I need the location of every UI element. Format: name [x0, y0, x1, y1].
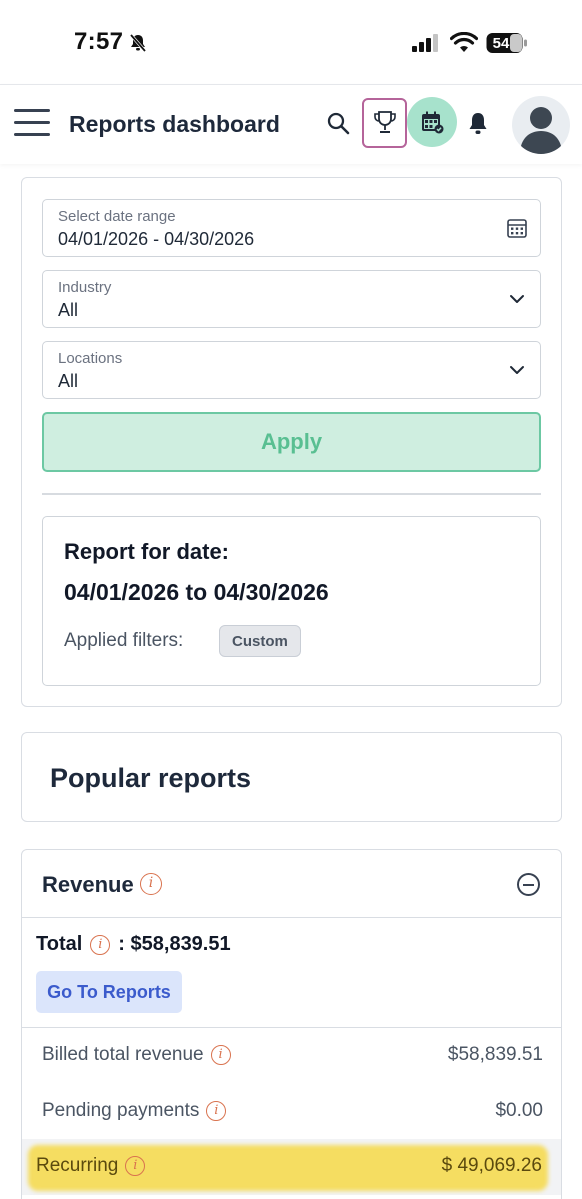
page-title: Reports dashboard: [69, 111, 280, 137]
report-for-date-label: Report for date:: [64, 539, 229, 564]
locations-label: Locations: [58, 350, 123, 367]
revenue-header[interactable]: Revenue i: [22, 850, 561, 918]
revenue-row: Billed total revenue i $58,839.51: [22, 1028, 561, 1084]
avatar[interactable]: [512, 96, 570, 154]
total-value: : $58,839.51: [118, 933, 231, 955]
row-value: $58,839.51: [447, 1044, 543, 1065]
locations-select[interactable]: Locations All: [42, 341, 541, 399]
industry-label: Industry: [58, 279, 112, 296]
collapse-icon[interactable]: [517, 873, 540, 896]
row-label: Recurring: [36, 1155, 119, 1176]
industry-select[interactable]: Industry All: [42, 270, 541, 328]
industry-value: All: [58, 300, 79, 320]
battery-level: 54: [493, 35, 510, 52]
date-range-value: 04/01/2026 - 04/30/2026: [58, 229, 255, 249]
user-silhouette-icon: [520, 107, 562, 154]
wifi-icon: [450, 32, 478, 52]
revenue-card: Revenue i Total i : $58,839.51 Go To Rep…: [21, 849, 562, 1199]
date-range-field[interactable]: Select date range 04/01/2026 - 04/30/202…: [42, 199, 541, 257]
trophy-icon: [373, 111, 396, 133]
chevron-down-icon: [510, 295, 524, 303]
applied-filter-badge: Custom: [219, 625, 301, 657]
row-label: Pending payments: [42, 1100, 200, 1121]
menu-icon[interactable]: [14, 109, 50, 137]
total-label: Total: [36, 933, 83, 955]
bell-icon[interactable]: [466, 111, 490, 137]
row-label: Billed total revenue: [42, 1044, 204, 1065]
report-summary: Report for date: 04/01/2026 to 04/30/202…: [42, 516, 541, 686]
calendar-icon: [422, 111, 444, 134]
locations-value: All: [58, 371, 79, 391]
status-time: 7:57: [74, 28, 124, 55]
calendar-button[interactable]: [407, 97, 457, 147]
revenue-title: Revenue: [42, 872, 134, 897]
report-dates: 04/01/2026 to 04/30/2026: [64, 579, 329, 605]
divider: [42, 493, 541, 495]
cellular-signal-icon: [412, 34, 438, 52]
revenue-total: Total i : $58,839.51: [36, 933, 231, 956]
revenue-row: Pending payments i $0.00: [22, 1084, 561, 1140]
filters-card: Select date range 04/01/2026 - 04/30/202…: [21, 177, 562, 707]
info-icon[interactable]: i: [90, 934, 111, 955]
popular-reports-card: Popular reports: [21, 732, 562, 822]
app-header: Reports dashboard: [0, 84, 582, 164]
revenue-row-highlighted: Recurring i $ 49,069.26: [22, 1139, 561, 1195]
chevron-down-icon: [510, 366, 524, 374]
trophy-button[interactable]: [362, 98, 407, 148]
applied-filters-label: Applied filters:: [64, 630, 184, 651]
calendar-icon[interactable]: [506, 217, 528, 239]
popular-reports-title: Popular reports: [50, 763, 252, 793]
info-icon[interactable]: i: [206, 1101, 227, 1121]
go-to-reports-button[interactable]: Go To Reports: [36, 971, 182, 1013]
search-icon[interactable]: [326, 111, 350, 135]
row-value: $ 49,069.26: [441, 1155, 542, 1176]
status-bar: 7:57 54: [0, 0, 582, 84]
info-icon[interactable]: i: [210, 1045, 231, 1065]
date-range-label: Select date range: [58, 208, 176, 225]
row-value: $0.00: [495, 1100, 543, 1121]
bell-off-icon: [129, 33, 147, 53]
apply-button[interactable]: Apply: [42, 412, 541, 472]
info-icon[interactable]: i: [125, 1156, 146, 1176]
info-icon[interactable]: i: [140, 873, 162, 895]
battery-icon: 54: [486, 32, 528, 54]
